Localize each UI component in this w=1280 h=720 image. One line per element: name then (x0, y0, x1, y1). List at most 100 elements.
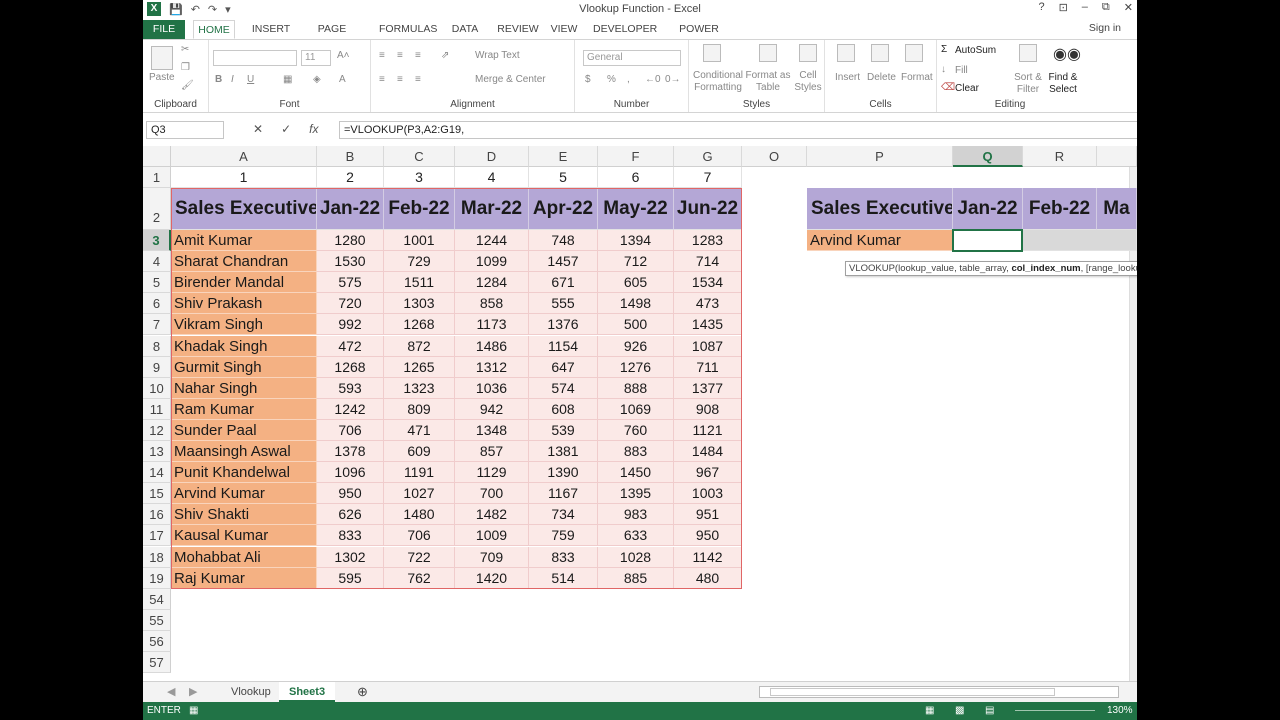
orientation-icon[interactable]: ⇗ (441, 50, 449, 61)
table-header-cell[interactable]: Sales Executive (171, 188, 317, 230)
sales-value-cell[interactable]: 1244 (455, 230, 529, 252)
row-header[interactable]: 18 (143, 546, 171, 568)
sales-value-cell[interactable]: 1167 (529, 483, 598, 505)
sales-value-cell[interactable]: 1191 (384, 462, 455, 484)
table-header-cell[interactable]: May-22 (598, 188, 674, 230)
column-header-d[interactable]: D (455, 146, 529, 167)
sales-value-cell[interactable]: 1377 (674, 377, 742, 399)
row-header[interactable]: 1 (143, 167, 171, 188)
insert-function-icon[interactable]: fx (309, 122, 318, 136)
row-header[interactable]: 11 (143, 398, 171, 420)
table-header-cell[interactable]: Feb-22 (384, 188, 455, 230)
align-left-icon[interactable]: ≡ (379, 74, 385, 85)
sales-executive-cell[interactable]: Khadak Singh (171, 335, 317, 357)
tab-view[interactable]: VIEW (549, 20, 579, 39)
row-header[interactable]: 7 (143, 314, 171, 336)
sort-filter-button[interactable]: Sort & Filter (1013, 72, 1043, 96)
sales-value-cell[interactable]: 983 (598, 504, 674, 526)
cut-icon[interactable]: ✂ (181, 44, 189, 55)
sales-value-cell[interactable]: 514 (529, 567, 598, 589)
row-header[interactable]: 6 (143, 293, 171, 315)
sales-value-cell[interactable]: 1099 (455, 251, 529, 273)
sales-value-cell[interactable]: 858 (455, 293, 529, 315)
enter-icon[interactable]: ✓ (281, 122, 291, 136)
sales-value-cell[interactable]: 473 (674, 293, 742, 315)
row-header[interactable]: 14 (143, 462, 171, 484)
sales-value-cell[interactable]: 1154 (529, 335, 598, 357)
currency-icon[interactable]: $ (585, 74, 591, 85)
cancel-icon[interactable]: ✕ (253, 122, 263, 136)
sales-value-cell[interactable]: 595 (317, 567, 384, 589)
sales-executive-cell[interactable]: Shiv Shakti (171, 504, 317, 526)
sales-value-cell[interactable]: 872 (384, 335, 455, 357)
sales-value-cell[interactable]: 1395 (598, 483, 674, 505)
lookup-header-cell[interactable]: Feb-22 (1023, 188, 1097, 230)
sales-value-cell[interactable]: 671 (529, 272, 598, 294)
sales-value-cell[interactable]: 992 (317, 314, 384, 336)
sales-value-cell[interactable]: 1498 (598, 293, 674, 315)
sales-value-cell[interactable]: 1276 (598, 356, 674, 378)
comma-icon[interactable]: , (627, 74, 630, 85)
table-header-cell[interactable]: Apr-22 (529, 188, 598, 230)
zoom-level[interactable]: 130% (1107, 702, 1133, 720)
row-header[interactable]: 5 (143, 272, 171, 294)
sales-value-cell[interactable]: 967 (674, 462, 742, 484)
sales-executive-cell[interactable]: Nahar Singh (171, 377, 317, 399)
column-header-e[interactable]: E (529, 146, 598, 167)
sales-value-cell[interactable]: 942 (455, 398, 529, 420)
tab-developer[interactable]: DEVELOPER (593, 20, 657, 39)
sales-value-cell[interactable]: 722 (384, 546, 455, 568)
sales-value-cell[interactable]: 1280 (317, 230, 384, 252)
italic-icon[interactable]: I (231, 74, 234, 85)
find-select-button[interactable]: Find & Select (1045, 72, 1081, 96)
column-header-c[interactable]: C (384, 146, 455, 167)
sales-value-cell[interactable]: 1511 (384, 272, 455, 294)
font-name-box[interactable] (213, 50, 297, 66)
conditional-formatting-icon[interactable] (703, 44, 721, 62)
bold-icon[interactable]: B (215, 74, 222, 85)
format-painter-icon[interactable]: 🖌 (181, 80, 194, 91)
column-header-r[interactable]: R (1023, 146, 1097, 167)
sheet-tab-sheet3[interactable]: Sheet3 (279, 682, 336, 702)
column-header-g[interactable]: G (674, 146, 742, 167)
horizontal-scrollbar[interactable] (759, 686, 1119, 698)
sales-value-cell[interactable]: 1265 (384, 356, 455, 378)
binoculars-icon[interactable]: ◉◉ (1053, 44, 1081, 64)
wrap-text-button[interactable]: Wrap Text (475, 50, 520, 61)
page-break-view-icon[interactable]: ▤ (985, 702, 994, 720)
table-header-cell[interactable]: Jan-22 (317, 188, 384, 230)
sales-value-cell[interactable]: 471 (384, 419, 455, 441)
sales-value-cell[interactable]: 608 (529, 398, 598, 420)
format-cells-icon[interactable] (905, 44, 923, 62)
sales-value-cell[interactable]: 1027 (384, 483, 455, 505)
row-header[interactable]: 4 (143, 251, 171, 273)
fill-button[interactable]: Fill (955, 65, 968, 76)
lookup-header-cell[interactable]: Sales Executive (807, 188, 953, 230)
lookup-header-cell[interactable]: Ma (1097, 188, 1137, 230)
scroll-right-icon[interactable]: ▶ (179, 682, 207, 702)
autosum-icon[interactable]: Σ (941, 44, 947, 55)
row1-number-cell[interactable]: 7 (674, 167, 742, 188)
sales-value-cell[interactable]: 1376 (529, 314, 598, 336)
sales-value-cell[interactable]: 575 (317, 272, 384, 294)
sales-value-cell[interactable]: 1087 (674, 335, 742, 357)
align-bottom-icon[interactable]: ≡ (415, 50, 421, 61)
paste-icon[interactable] (151, 46, 173, 70)
sheet-tab-vlookup[interactable]: Vlookup (221, 682, 281, 702)
sales-value-cell[interactable]: 706 (317, 419, 384, 441)
sales-value-cell[interactable]: 1009 (455, 525, 529, 547)
align-middle-icon[interactable]: ≡ (397, 50, 403, 61)
sales-value-cell[interactable]: 712 (598, 251, 674, 273)
tab-power-query[interactable]: POWER QUERY (663, 20, 735, 54)
sales-value-cell[interactable]: 833 (317, 525, 384, 547)
row1-number-cell[interactable]: 1 (171, 167, 317, 188)
sales-value-cell[interactable]: 857 (455, 441, 529, 463)
sales-executive-cell[interactable]: Arvind Kumar (171, 483, 317, 505)
help-icon[interactable]: ? (1038, 1, 1044, 14)
sales-value-cell[interactable]: 908 (674, 398, 742, 420)
sales-executive-cell[interactable]: Vikram Singh (171, 314, 317, 336)
copy-icon[interactable]: ❐ (181, 62, 190, 73)
sales-value-cell[interactable]: 926 (598, 335, 674, 357)
active-cell-q3[interactable] (952, 229, 1023, 252)
sales-value-cell[interactable]: 480 (674, 567, 742, 589)
